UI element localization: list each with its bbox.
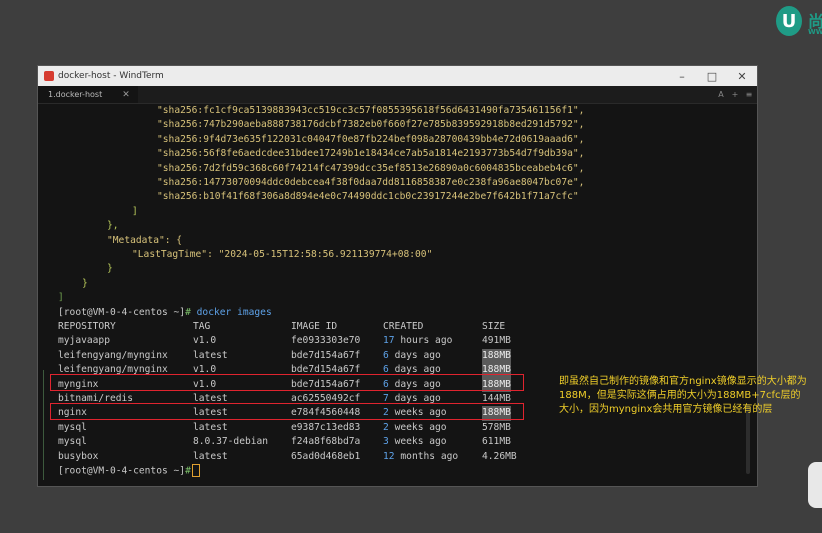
json-bracket: ] xyxy=(58,292,64,304)
fold-guide xyxy=(43,370,44,480)
font-icon[interactable]: A xyxy=(715,90,727,99)
table-cell-repository: mysql xyxy=(58,421,87,433)
json-brace: }, xyxy=(107,220,119,232)
shell-prompt: [root@VM-0-4-centos ~] xyxy=(58,306,186,318)
table-cell-tag: 8.0.37-debian xyxy=(193,436,269,448)
digest-line: "sha256:747b290aeba888738176dcbf7382eb0f… xyxy=(157,119,585,131)
table-cell-created-unit: days ago xyxy=(394,349,441,361)
table-cell-created-count: 17 xyxy=(383,335,395,347)
tab-docker-host[interactable]: 1.docker-host ✕ xyxy=(38,86,138,103)
table-cell-repository: busybox xyxy=(58,450,99,462)
table-cell-created-unit: hours ago xyxy=(400,335,453,347)
current-prompt-line[interactable]: [root@VM-0-4-centos ~]# xyxy=(58,464,200,479)
titlebar: docker-host - WindTerm – □ ✕ xyxy=(38,66,757,86)
json-brace: } xyxy=(107,263,113,275)
table-cell-image-id: e9387c13ed83 xyxy=(291,421,361,433)
table-cell-image-id: f24a8f68bd7a xyxy=(291,436,361,448)
table-cell-size: 491MB xyxy=(482,335,511,347)
command-text: docker images xyxy=(196,306,272,318)
prompt-symbol: # xyxy=(185,465,191,477)
digest-line: "sha256:fc1cf9ca5139883943cc519cc3c57f08… xyxy=(157,105,585,116)
annotation-note: 即虽然自己制作的镜像和官方nginx镜像显示的大小都为188M，但是实际这俩占用… xyxy=(559,376,807,415)
menu-icon[interactable]: ≡ xyxy=(743,90,755,99)
table-cell-repository: mysql xyxy=(58,436,87,448)
table-cell-created-count: 12 xyxy=(383,450,395,462)
table-header-cell: IMAGE ID xyxy=(291,321,338,332)
table-cell-size: 611MB xyxy=(482,436,511,448)
digest-line: "sha256:14773070094ddc0debcea4f38f0daa7d… xyxy=(157,177,585,188)
table-cell-created-unit: months ago xyxy=(400,450,459,462)
table-header-cell: SIZE xyxy=(482,321,506,332)
digest-line: "sha256:7d2fd59c368c60f74214fc47399dcc35… xyxy=(157,162,585,174)
table-cell-tag: v1.0 xyxy=(193,335,217,347)
add-tab-icon[interactable]: + xyxy=(729,90,741,99)
logo-badge: U xyxy=(776,6,802,36)
json-bracket: ] xyxy=(132,205,138,217)
windterm-app-icon xyxy=(44,71,54,81)
table-cell-image-id: 65ad0d468eb1 xyxy=(291,450,361,462)
table-cell-tag: latest xyxy=(193,450,228,462)
window-title: docker-host - WindTerm xyxy=(58,71,164,81)
table-header-cell: CREATED xyxy=(383,321,424,332)
digest-line: "sha256:b10f41f68f306a8d894e4e0c74490ddc… xyxy=(157,191,579,203)
table-cell-size: 4.26MB xyxy=(482,450,517,462)
table-cell-created-unit: weeks ago xyxy=(394,436,447,448)
digest-line: "sha256:56f8fe6aedcdee31bdee17249b1e1843… xyxy=(157,148,585,160)
vertical-scrollbar[interactable] xyxy=(745,104,751,486)
json-brace: } xyxy=(82,277,88,289)
json-metadata-key: "Metadata": { xyxy=(107,234,183,246)
terminal-output[interactable]: "sha256:fc1cf9ca5139883943cc519cc3c57f08… xyxy=(38,104,757,486)
table-cell-created-unit: weeks ago xyxy=(394,421,447,433)
table-header-cell: TAG xyxy=(193,321,211,332)
tab-label: 1.docker-host xyxy=(48,90,103,99)
table-cell-size: 578MB xyxy=(482,421,511,433)
brand-logo: U 尚 WWW xyxy=(776,4,822,40)
command-line: [root@VM-0-4-centos ~]# docker images xyxy=(58,306,272,320)
table-cell-tag: latest xyxy=(193,421,228,433)
maximize-button[interactable]: □ xyxy=(697,70,727,83)
prompt-symbol: # xyxy=(185,306,191,318)
table-cell-created-count: 6 xyxy=(383,349,389,361)
tab-close-icon[interactable]: ✕ xyxy=(122,90,130,100)
highlight-box-nginx xyxy=(50,403,524,420)
table-cell-created-count: 3 xyxy=(383,436,389,448)
tab-bar: 1.docker-host ✕ A + ≡ xyxy=(38,86,757,104)
table-cell-created-count: 2 xyxy=(383,421,389,433)
table-cell-repository: myjavaapp xyxy=(58,335,110,347)
terminal-cursor xyxy=(191,464,200,477)
table-cell-image-id: bde7d154a67f xyxy=(291,349,361,361)
shell-prompt: [root@VM-0-4-centos ~] xyxy=(58,465,186,477)
digest-line: "sha256:9f4d73e635f122031c04047f0e87fb22… xyxy=(157,133,585,145)
minimize-button[interactable]: – xyxy=(667,70,697,83)
table-cell-repository: leifengyang/mynginx xyxy=(58,349,168,361)
table-cell-size: 188MB xyxy=(482,348,511,364)
table-header-cell: REPOSITORY xyxy=(58,321,116,332)
side-panel-handle[interactable] xyxy=(808,462,822,508)
close-button[interactable]: ✕ xyxy=(727,70,757,83)
highlight-box-mynginx xyxy=(50,374,524,391)
json-last-tag-time: "LastTagTime": "2024-05-15T12:58:56.9211… xyxy=(132,249,433,260)
terminal-window: docker-host - WindTerm – □ ✕ 1.docker-ho… xyxy=(37,65,758,487)
table-cell-tag: latest xyxy=(193,349,228,361)
table-cell-image-id: fe0933303e70 xyxy=(291,335,361,347)
logo-subtext: WWW xyxy=(808,28,822,36)
